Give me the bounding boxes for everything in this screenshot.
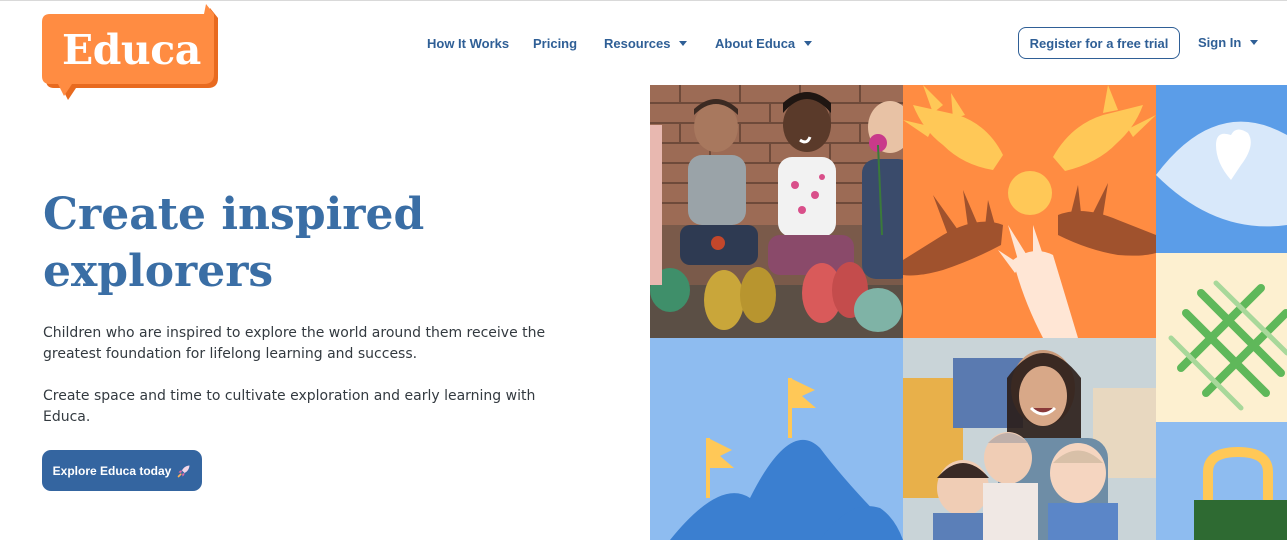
chevron-down-icon: [804, 40, 813, 46]
illustration-reaching-hands: [903, 85, 1156, 338]
illustration-eye-heart: [1156, 85, 1287, 253]
photo-children-sitting: [650, 85, 903, 338]
hero-paragraph-2: Create space and time to cultivate explo…: [43, 388, 536, 425]
nav-label: Resources: [604, 35, 671, 51]
cta-label: Explore Educa today: [52, 463, 172, 478]
illustration-woven-lattice: [1156, 253, 1287, 422]
nav-label: Pricing: [533, 35, 578, 51]
register-free-trial-button[interactable]: Register for a free trial: [1018, 27, 1180, 59]
explore-educa-button[interactable]: Explore Educa today: [42, 450, 202, 491]
hero-paragraph-1: Children who are inspired to explore the…: [43, 325, 546, 362]
nav-label: How It Works: [427, 35, 510, 51]
nav-resources[interactable]: Resources: [604, 35, 688, 51]
rocket-icon: [178, 465, 190, 477]
nav-pricing[interactable]: Pricing: [533, 35, 577, 51]
sign-in-menu[interactable]: Sign In: [1198, 34, 1259, 50]
headline-line-1: Create inspired: [43, 189, 425, 240]
photo-teacher-babies: [903, 338, 1156, 540]
top-border: [0, 0, 1287, 1]
educa-logo[interactable]: Educa: [40, 4, 220, 102]
nav-about-educa[interactable]: About Educa: [715, 35, 813, 51]
nav-how-it-works[interactable]: How It Works: [427, 35, 509, 51]
hero-headline: Create inspired explorers: [43, 186, 603, 300]
chevron-down-icon: [679, 40, 688, 46]
logo-text: Educa: [62, 26, 201, 74]
illustration-mountain-flags: [650, 338, 903, 540]
illustration-bag: [1156, 422, 1287, 540]
sign-in-label: Sign In: [1198, 34, 1242, 50]
chevron-down-icon: [1250, 39, 1259, 45]
headline-line-2: explorers: [43, 246, 274, 297]
nav-label: About Educa: [715, 35, 796, 51]
